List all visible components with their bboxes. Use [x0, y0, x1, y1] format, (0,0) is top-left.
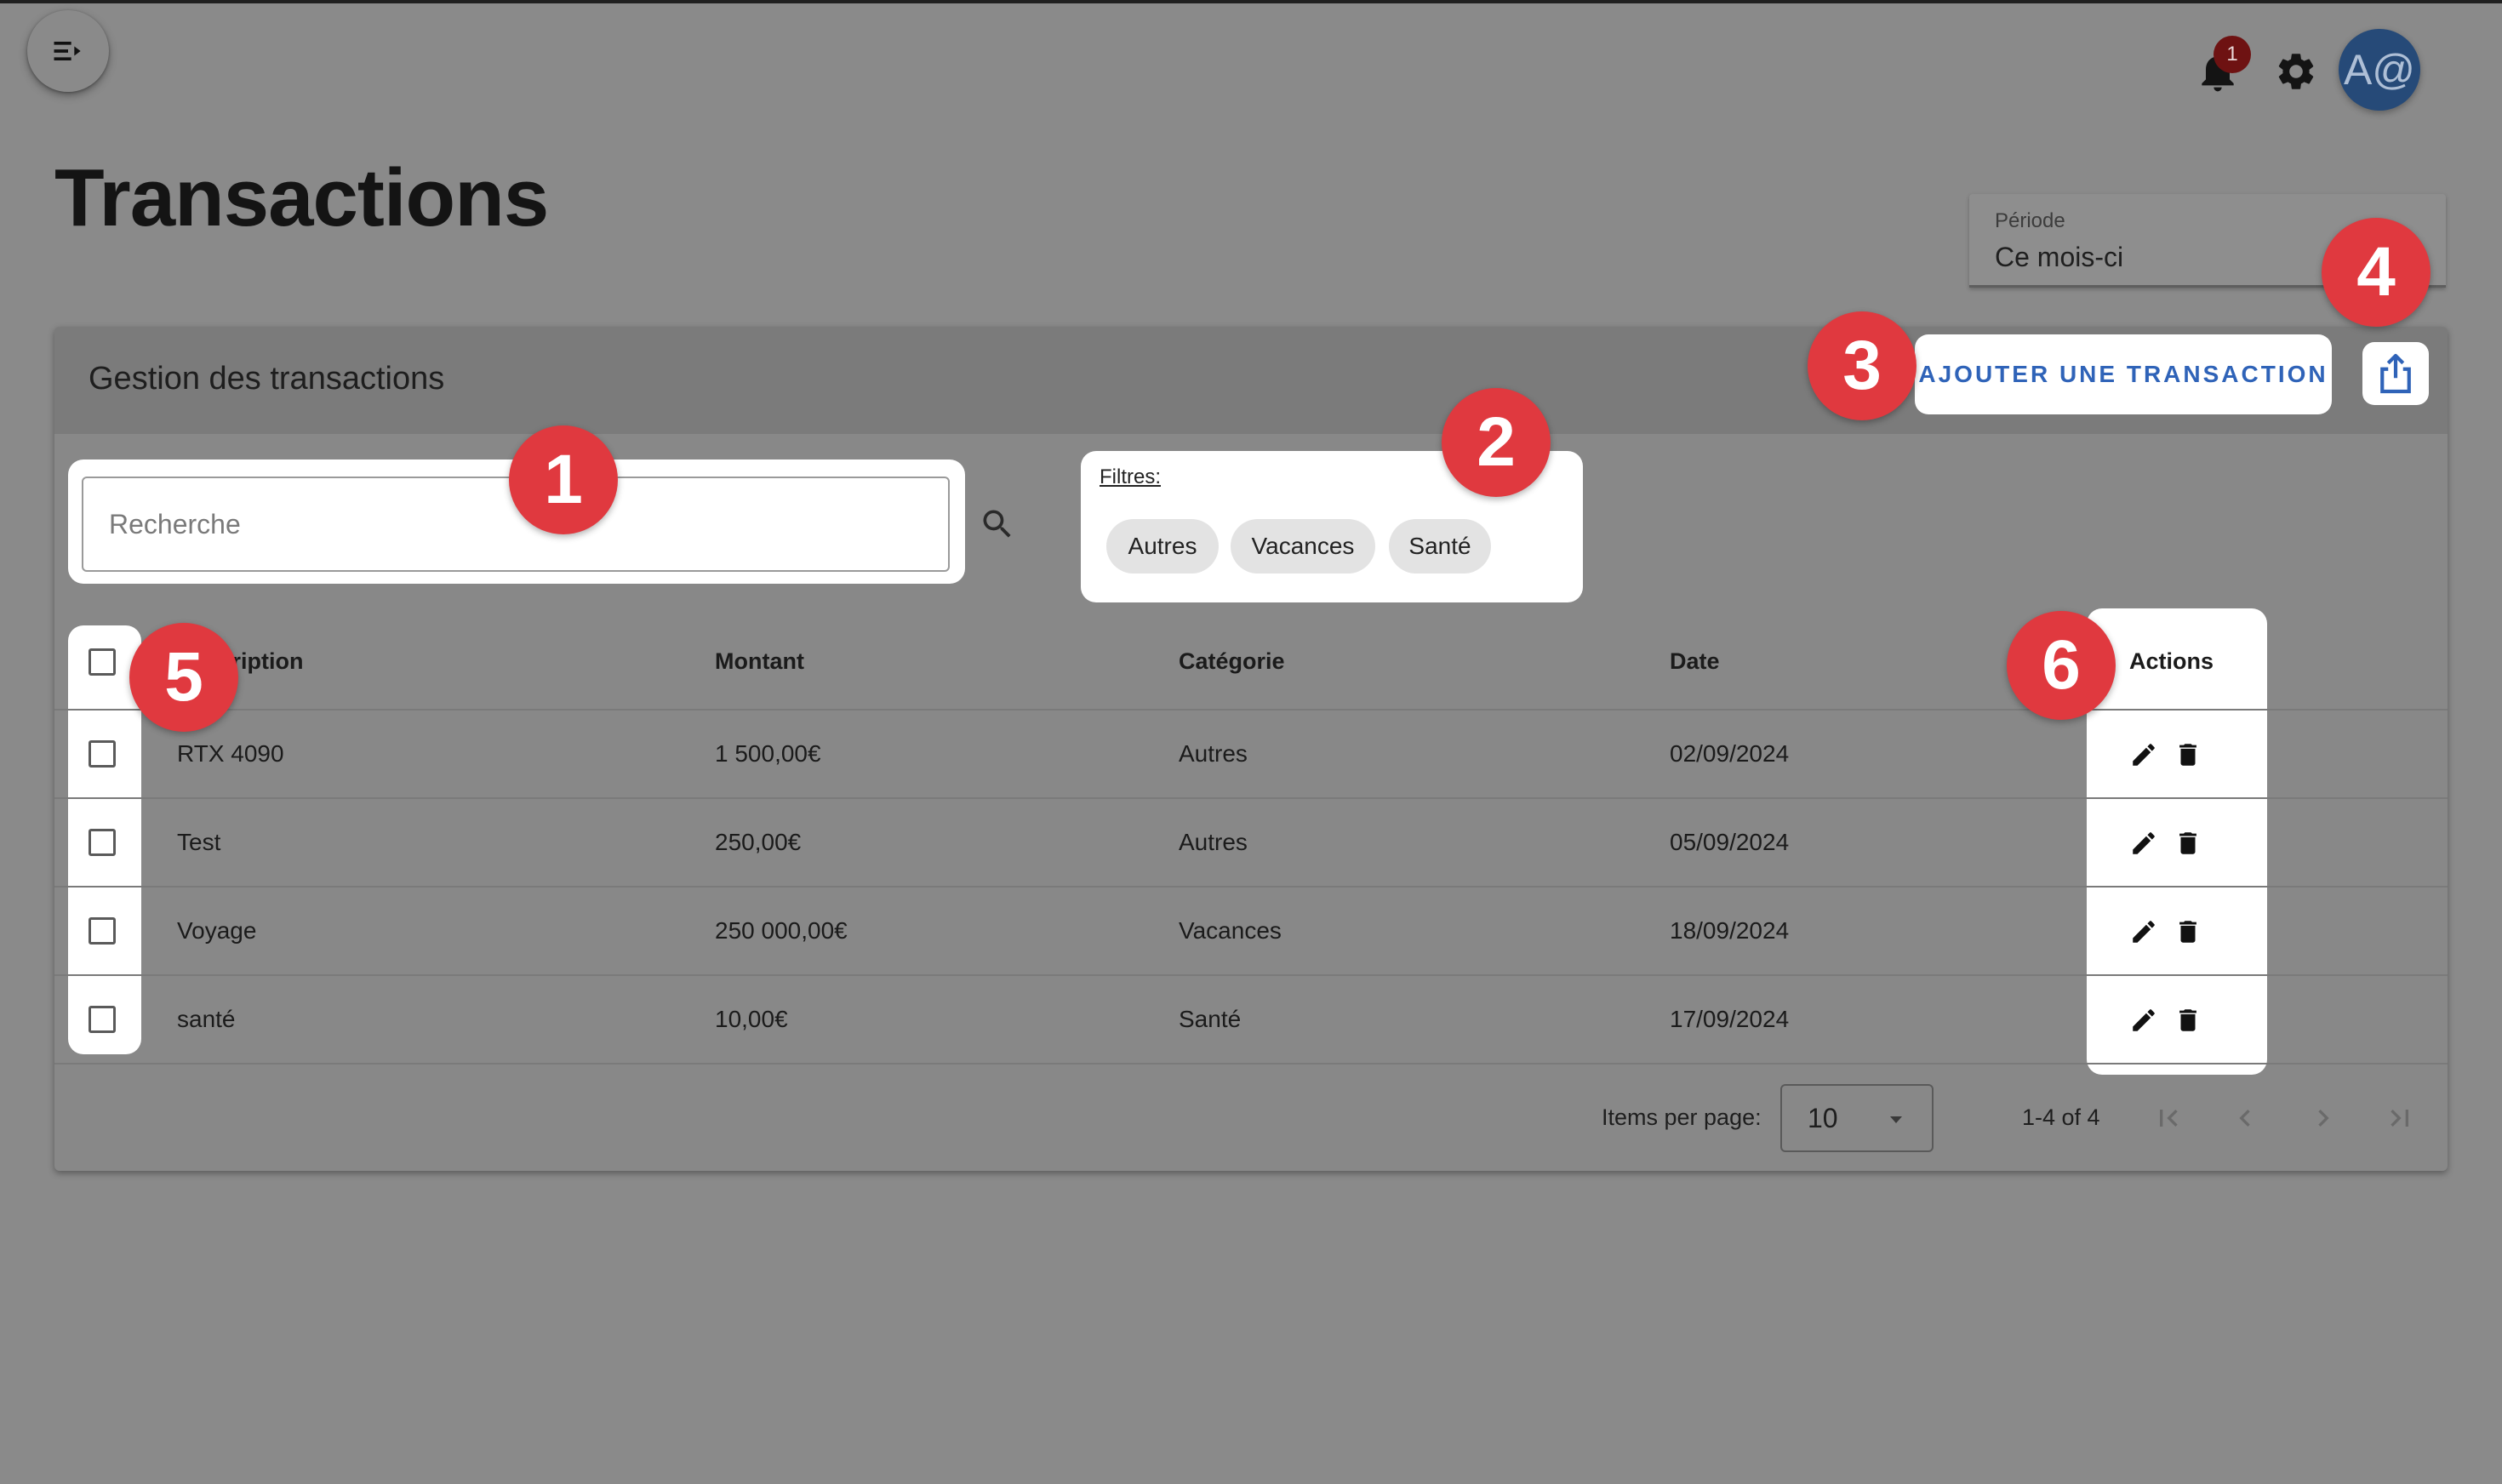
row-divider: [54, 1063, 2448, 1064]
chevron-down-icon: [1890, 1116, 1902, 1123]
next-page-icon[interactable]: [2306, 1101, 2340, 1135]
annotation-marker-5: 5: [129, 623, 238, 732]
items-per-page-value: 10: [1808, 1103, 1838, 1133]
menu-open-icon: [54, 42, 81, 60]
header-date[interactable]: Date: [1670, 648, 1720, 675]
cell-montant: 250 000,00€: [715, 917, 848, 944]
top-border: [0, 0, 2502, 3]
delete-icon[interactable]: [2174, 917, 2202, 946]
menu-toggle-button[interactable]: [27, 10, 109, 92]
filter-chip-vacances[interactable]: Vacances: [1231, 519, 1375, 574]
cell-categorie: Vacances: [1179, 917, 1282, 944]
cell-description: Test: [177, 829, 221, 855]
delete-icon[interactable]: [2174, 829, 2202, 858]
cell-categorie: Santé: [1179, 1006, 1242, 1032]
last-page-icon[interactable]: [2383, 1101, 2417, 1135]
delete-icon[interactable]: [2174, 740, 2202, 769]
periode-label: Période: [1995, 209, 2065, 232]
cell-montant: 250,00€: [715, 829, 802, 855]
prev-page-icon[interactable]: [2228, 1101, 2262, 1135]
add-transaction-button[interactable]: AJOUTER UNE TRANSACTION: [1915, 334, 2332, 414]
cell-description: RTX 4090: [177, 740, 284, 767]
user-avatar[interactable]: A@: [2339, 29, 2420, 111]
annotation-marker-4: 4: [2322, 218, 2431, 327]
row-divider: [54, 797, 2448, 799]
row-checkbox[interactable]: [89, 917, 116, 945]
row-checkbox[interactable]: [89, 740, 116, 768]
first-page-icon[interactable]: [2151, 1101, 2185, 1135]
row-divider: [54, 886, 2448, 888]
annotation-marker-3: 3: [1808, 311, 1916, 420]
header-actions: Actions: [2129, 648, 2214, 674]
periode-value: Ce mois-ci: [1995, 242, 2124, 272]
row-checkbox[interactable]: [89, 829, 116, 856]
annotation-marker-2: 2: [1442, 388, 1551, 497]
annotation-marker-1: 1: [509, 425, 618, 534]
edit-icon[interactable]: [2129, 917, 2158, 946]
filter-chip-autres[interactable]: Autres: [1106, 519, 1219, 574]
row-divider: [54, 974, 2448, 976]
cell-date: 05/09/2024: [1670, 829, 1790, 855]
page-title: Transactions: [54, 152, 549, 243]
cell-date: 17/09/2024: [1670, 1006, 1790, 1032]
cell-categorie: Autres: [1179, 740, 1248, 767]
cell-description: Voyage: [177, 917, 257, 944]
row-checkbox[interactable]: [89, 1006, 116, 1033]
header-categorie[interactable]: Catégorie: [1179, 648, 1285, 675]
filter-chip-sante[interactable]: Santé: [1389, 519, 1491, 574]
select-all-checkbox[interactable]: [89, 648, 116, 676]
filters-label: Filtres:: [1100, 465, 1161, 488]
search-icon[interactable]: [979, 505, 1016, 543]
cell-categorie: Autres: [1179, 829, 1248, 855]
cell-description: santé: [177, 1006, 236, 1032]
share-icon[interactable]: [2378, 352, 2413, 395]
cell-date: 18/09/2024: [1670, 917, 1790, 944]
cell-montant: 10,00€: [715, 1006, 788, 1032]
items-per-page-select[interactable]: 10: [1780, 1084, 1934, 1152]
header-montant[interactable]: Montant: [715, 648, 804, 675]
delete-icon[interactable]: [2174, 1006, 2202, 1035]
edit-icon[interactable]: [2129, 1006, 2158, 1035]
gear-icon[interactable]: [2274, 49, 2318, 94]
notification-badge: 1: [2214, 36, 2251, 73]
card-title: Gestion des transactions: [89, 361, 445, 397]
cell-montant: 1 500,00€: [715, 740, 821, 767]
items-per-page-label: Items per page:: [1602, 1104, 1762, 1130]
edit-icon[interactable]: [2129, 740, 2158, 769]
annotation-marker-6: 6: [2007, 611, 2116, 720]
pagination-range: 1-4 of 4: [2022, 1104, 2100, 1130]
cell-date: 02/09/2024: [1670, 740, 1790, 767]
edit-icon[interactable]: [2129, 829, 2158, 858]
